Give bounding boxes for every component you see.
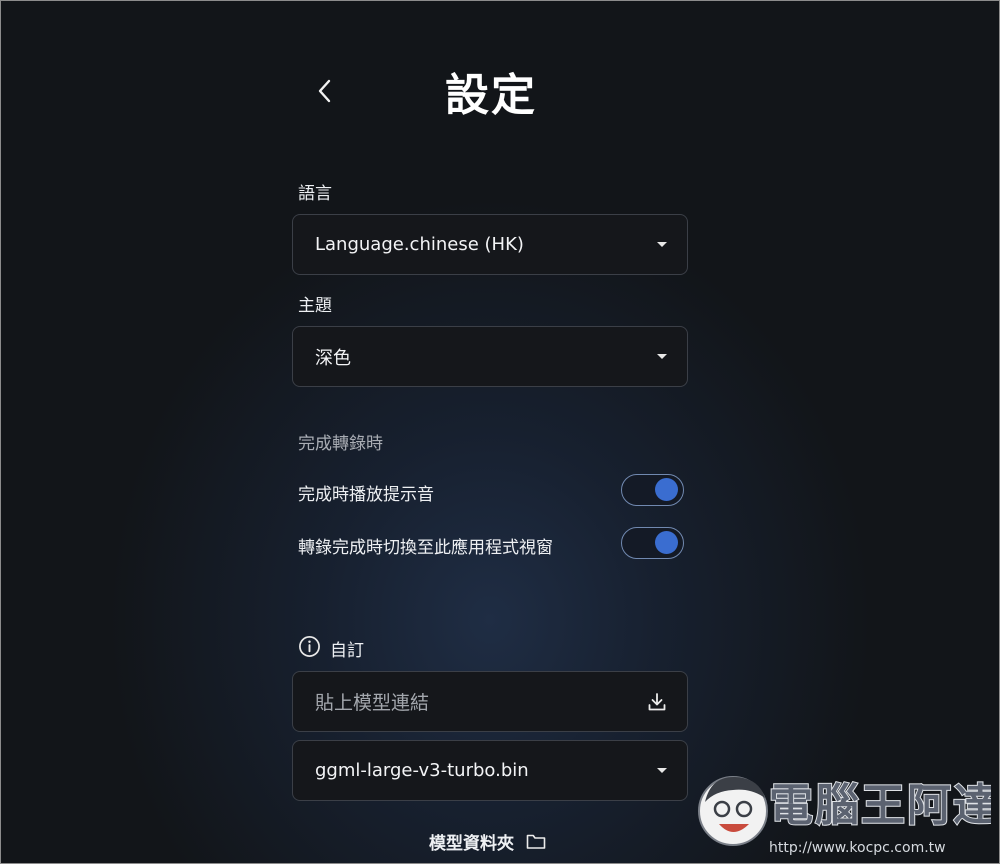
page-title: 設定 (445, 70, 537, 121)
model-folder-button[interactable]: 模型資料夾 (429, 829, 546, 854)
switch-window-toggle[interactable] (621, 527, 684, 559)
model-url-input[interactable]: 貼上模型連結 (292, 671, 688, 732)
toggle-knob (655, 478, 678, 501)
theme-select[interactable]: 深色 (292, 326, 688, 387)
language-select[interactable]: Language.chinese (HK) (292, 214, 688, 275)
switch-window-label: 轉錄完成時切換至此應用程式視窗 (298, 538, 553, 558)
watermark-url: http://www.kocpc.com.tw (769, 840, 946, 856)
caret-down-icon (657, 242, 667, 247)
watermark: 電腦王阿達 http://www.kocpc.com.tw (691, 764, 998, 859)
language-select-value: Language.chinese (HK) (315, 234, 524, 255)
model-folder-label: 模型資料夾 (429, 834, 514, 854)
mascot-logo (698, 776, 768, 846)
toggle-knob (655, 531, 678, 554)
folder-icon (526, 834, 546, 849)
model-url-placeholder: 貼上模型連結 (315, 692, 430, 714)
theme-label: 主題 (298, 296, 332, 316)
theme-select-value: 深色 (315, 347, 351, 369)
play-sound-label: 完成時播放提示音 (298, 485, 434, 505)
download-icon[interactable] (647, 692, 667, 712)
watermark-text: 電腦王阿達 (769, 780, 991, 831)
model-select[interactable]: ggml-large-v3-turbo.bin (292, 740, 688, 801)
play-sound-toggle[interactable] (621, 474, 684, 506)
model-select-value: ggml-large-v3-turbo.bin (315, 760, 529, 781)
completion-section-label: 完成轉錄時 (298, 434, 383, 454)
back-button[interactable] (307, 73, 343, 109)
custom-label: 自訂 (330, 641, 364, 661)
language-label: 語言 (298, 184, 332, 204)
caret-down-icon (657, 354, 667, 359)
caret-down-icon (657, 768, 667, 773)
chevron-left-icon (318, 79, 331, 103)
info-icon[interactable] (298, 635, 322, 659)
